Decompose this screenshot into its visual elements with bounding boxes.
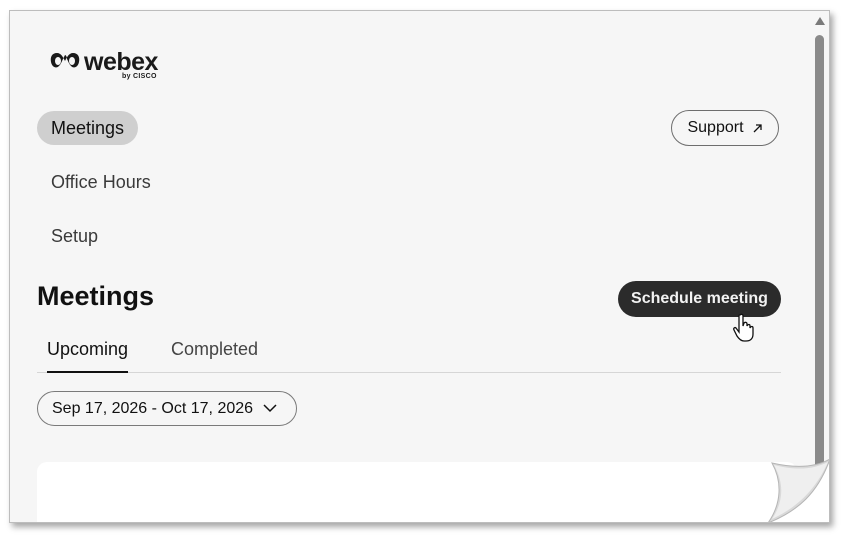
page-title: Meetings: [37, 281, 155, 311]
nav-item-label: Meetings: [51, 118, 125, 138]
schedule-meeting-label: Schedule meeting: [631, 290, 768, 307]
nav-item-label: Setup: [51, 226, 99, 246]
meetings-list-card: [37, 462, 797, 522]
tab-label: Upcoming: [47, 339, 129, 359]
vertical-scrollbar[interactable]: [811, 11, 829, 522]
app-window: webex by CISCO Meetings Office Hours Set…: [9, 10, 830, 523]
logo-byline: by CISCO: [122, 73, 157, 80]
support-button-label: Support: [687, 119, 744, 136]
date-range-value: Sep 17, 2026 - Oct 17, 2026: [52, 399, 254, 417]
tab-completed[interactable]: Completed: [171, 339, 258, 372]
nav-item-meetings[interactable]: Meetings: [37, 111, 139, 145]
meetings-tabs: Upcoming Completed: [37, 339, 781, 373]
page-curl-decoration: [768, 459, 829, 522]
nav-item-setup[interactable]: Setup: [37, 219, 112, 253]
tab-label: Completed: [171, 339, 259, 359]
support-button[interactable]: Support: [671, 110, 779, 146]
schedule-meeting-button[interactable]: Schedule meeting: [618, 281, 781, 317]
nav-item-label: Office Hours: [51, 172, 151, 192]
tab-upcoming[interactable]: Upcoming: [47, 339, 129, 373]
external-link-arrow-icon: [753, 123, 762, 132]
scroll-up-arrow-icon[interactable]: [815, 17, 825, 25]
webex-logo-icon: [50, 53, 80, 68]
scrollbar-thumb[interactable]: [815, 35, 824, 515]
date-range-picker[interactable]: Sep 17, 2026 - Oct 17, 2026: [37, 391, 297, 426]
nav-item-office-hours[interactable]: Office Hours: [37, 165, 165, 199]
webex-logo: webex by CISCO: [50, 48, 180, 89]
chevron-down-icon: [263, 404, 277, 413]
